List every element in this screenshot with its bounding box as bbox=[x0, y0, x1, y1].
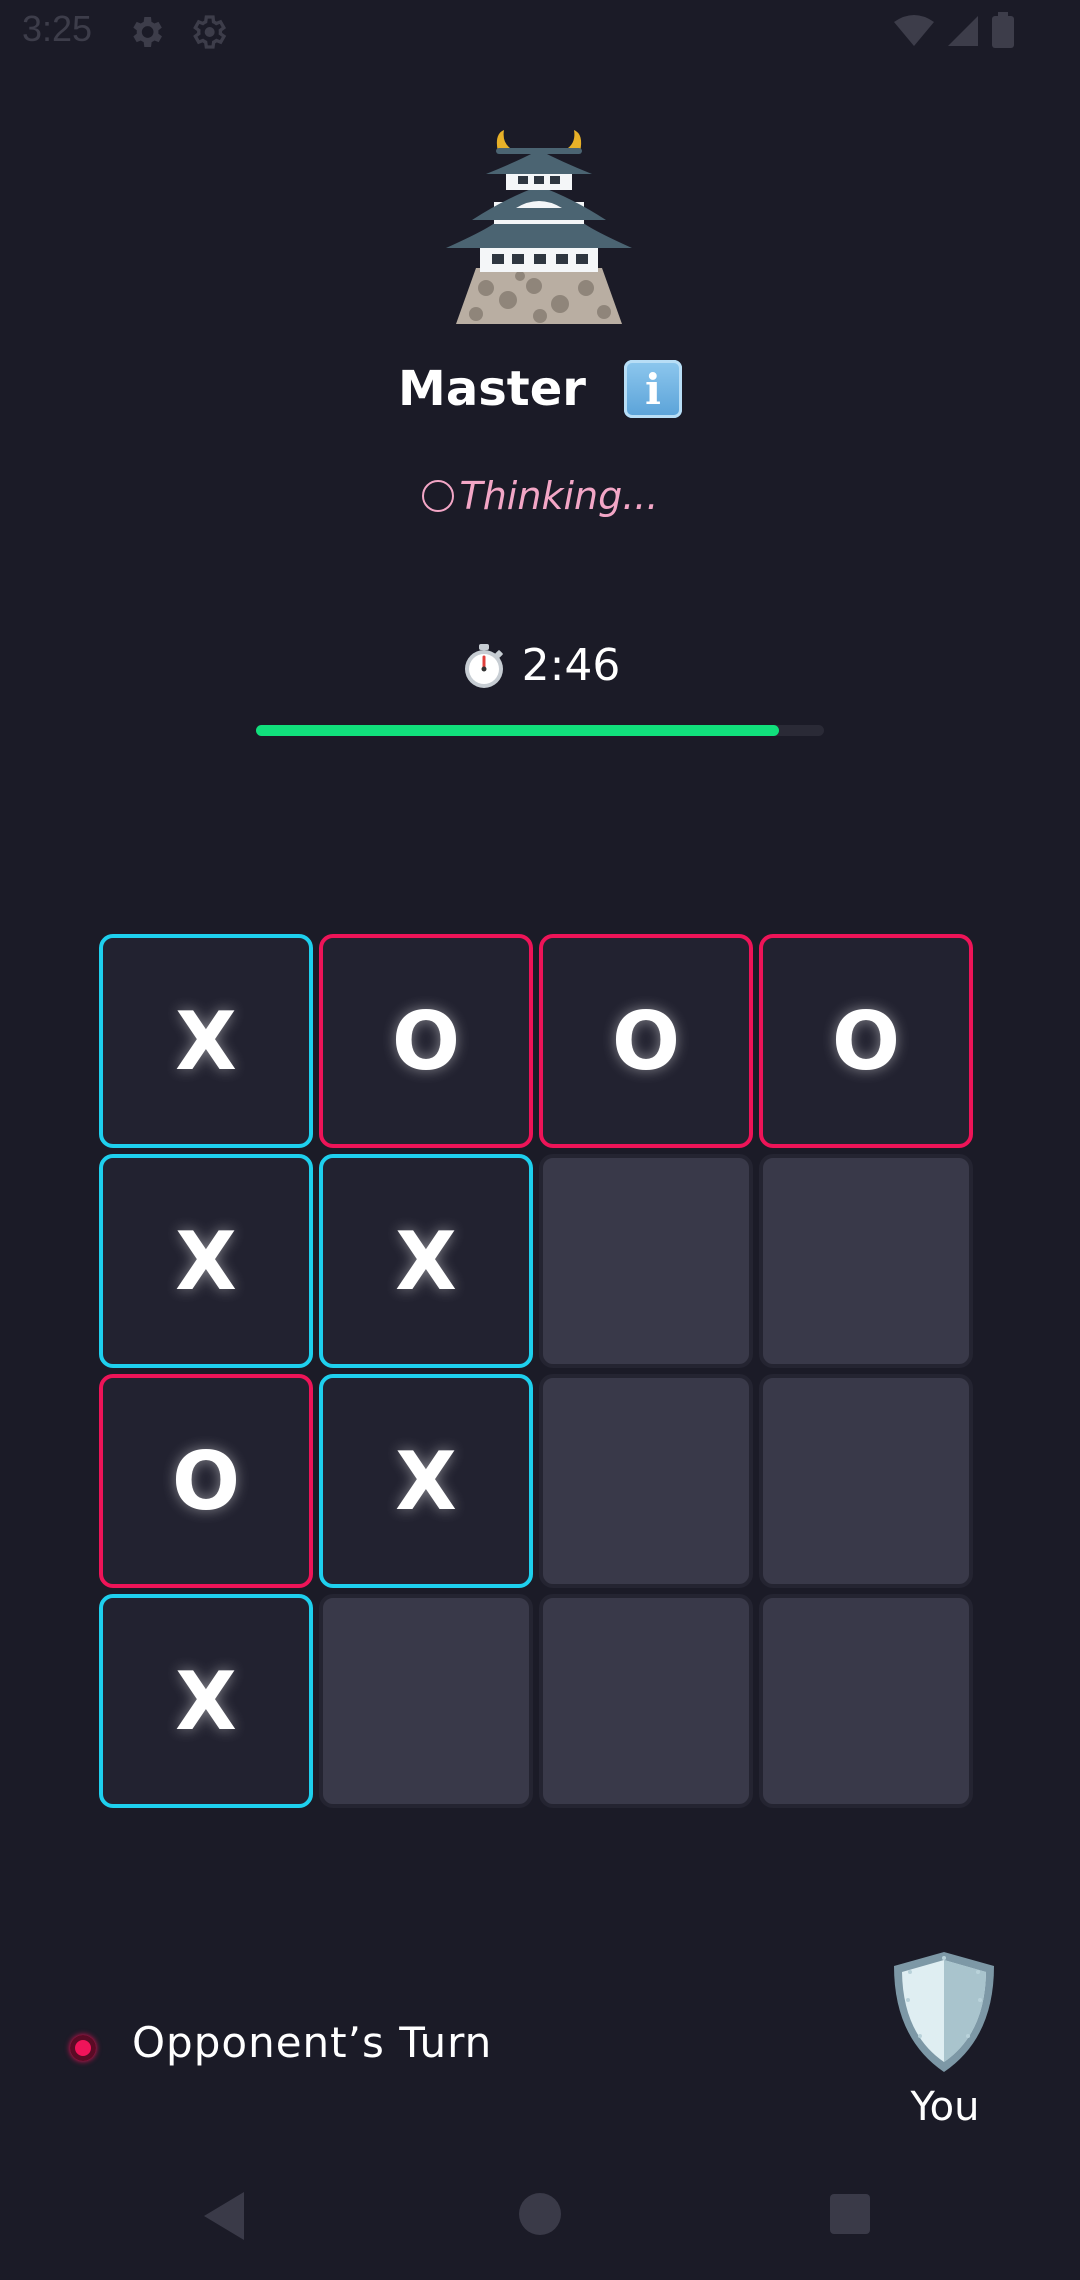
thinking-circle-icon bbox=[421, 480, 454, 512]
board-cell-2-0[interactable]: O bbox=[99, 1374, 313, 1588]
game-board: XOOOXXOXX bbox=[99, 934, 975, 1810]
board-cell-0-0[interactable]: X bbox=[99, 934, 313, 1148]
board-cell-3-0[interactable]: X bbox=[99, 1594, 313, 1808]
board-cell-1-1[interactable]: X bbox=[319, 1154, 533, 1368]
back-icon[interactable] bbox=[204, 2192, 244, 2240]
stopwatch-icon bbox=[464, 643, 503, 688]
battery-icon bbox=[992, 12, 1014, 48]
recents-icon[interactable] bbox=[830, 2194, 870, 2234]
timer-text: 2:46 bbox=[521, 640, 621, 691]
wifi-icon bbox=[894, 15, 934, 46]
status-bar: 3:25 bbox=[0, 0, 1080, 66]
board-cell-2-2[interactable] bbox=[539, 1374, 753, 1588]
board-cell-3-2[interactable] bbox=[539, 1594, 753, 1808]
board-cell-0-2[interactable]: O bbox=[539, 934, 753, 1148]
board-cell-2-1[interactable]: X bbox=[319, 1374, 533, 1588]
timer-progress-fill bbox=[256, 725, 779, 736]
turn-text: Opponent’s Turn bbox=[132, 2018, 493, 2067]
board-cell-0-1[interactable]: O bbox=[319, 934, 533, 1148]
settings-gear-outline-icon bbox=[193, 15, 227, 49]
board-cell-3-3[interactable] bbox=[759, 1594, 973, 1808]
signal-icon bbox=[948, 16, 978, 46]
status-time: 3:25 bbox=[22, 8, 93, 49]
opponent-status-text: Thinking... bbox=[459, 474, 659, 518]
navigation-bar bbox=[0, 2160, 1080, 2280]
timer: 2:46 bbox=[0, 640, 1080, 691]
board-cell-0-3[interactable]: O bbox=[759, 934, 973, 1148]
board-cell-3-1[interactable] bbox=[319, 1594, 533, 1808]
shield-icon bbox=[894, 1952, 994, 2072]
player-label: You bbox=[910, 2084, 980, 2130]
turn-indicator-dot bbox=[70, 2035, 96, 2061]
game-screen: 3:25 Master i Thinking... 2:46 X O O O X… bbox=[0, 0, 1080, 2280]
timer-progress-track bbox=[256, 725, 824, 736]
board-cell-1-2[interactable] bbox=[539, 1154, 753, 1368]
board-cell-1-3[interactable] bbox=[759, 1154, 973, 1368]
home-icon[interactable] bbox=[519, 2193, 561, 2235]
title-row: Master i bbox=[0, 360, 1080, 418]
board-cell-1-0[interactable]: X bbox=[99, 1154, 313, 1368]
opponent-title: Master bbox=[398, 361, 586, 417]
status-indicators bbox=[894, 12, 1014, 48]
japanese-castle-icon bbox=[446, 130, 632, 324]
opponent-status: Thinking... bbox=[0, 474, 1080, 518]
board-cell-2-3[interactable] bbox=[759, 1374, 973, 1588]
information-icon[interactable]: i bbox=[623, 360, 682, 418]
settings-gear-icon bbox=[133, 17, 162, 47]
